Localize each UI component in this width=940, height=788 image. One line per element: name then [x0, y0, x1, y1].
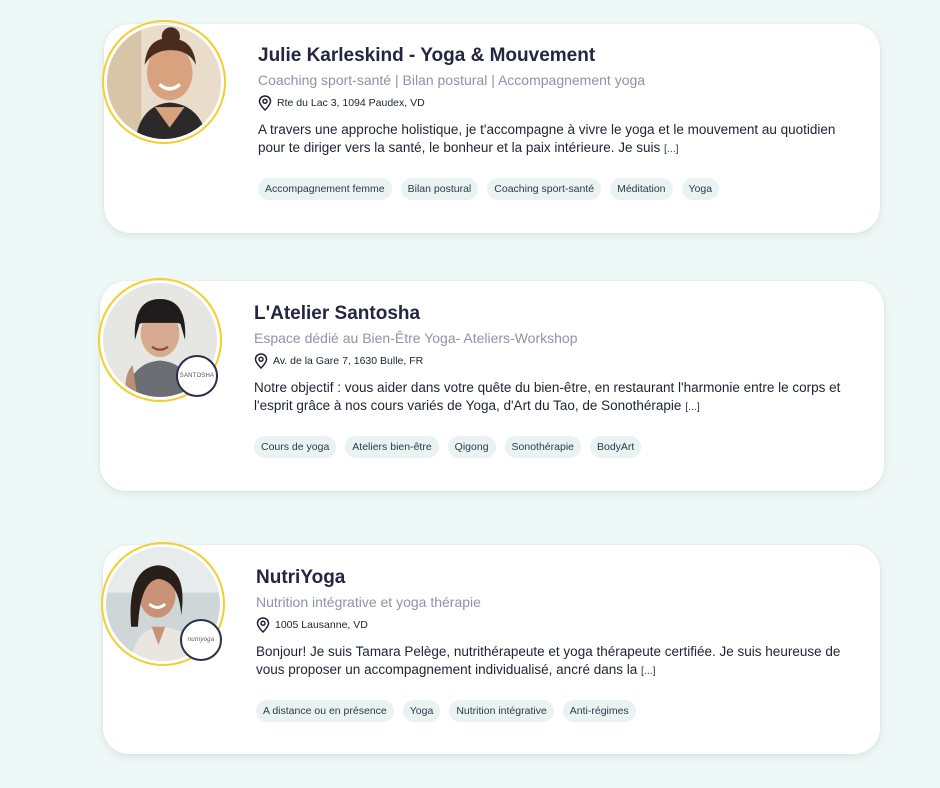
listing-card-nutriyoga[interactable]: nutriyoga NutriYoga Nutrition intégrativ… [101, 542, 880, 754]
logo-text: nutriyoga [187, 636, 215, 643]
avatar[interactable]: SANTOSHA [98, 278, 222, 402]
avatar[interactable] [102, 20, 226, 144]
address-text: Av. de la Gare 7, 1630 Bulle, FR [273, 355, 424, 367]
tag[interactable]: BodyArt [590, 436, 642, 458]
listing-title[interactable]: Julie Karleskind - Yoga & Mouvement [258, 45, 856, 67]
listing-card-julie[interactable]: Julie Karleskind - Yoga & Mouvement Coac… [102, 20, 880, 233]
tag[interactable]: Ateliers bien-être [345, 436, 439, 458]
listing-address: Av. de la Gare 7, 1630 Bulle, FR [254, 353, 860, 369]
read-more-link[interactable]: [...] [641, 665, 656, 677]
tag[interactable]: A distance ou en présence [256, 700, 394, 722]
listing-description: Bonjour! Je suis Tamara Pelège, nutrithé… [256, 643, 856, 680]
map-pin-icon [254, 353, 268, 369]
listing-subtitle: Nutrition intégrative et yoga thérapie [256, 594, 481, 610]
tag[interactable]: Sonothérapie [504, 436, 581, 458]
tag-list: Accompagnement femme Bilan postural Coac… [258, 178, 856, 200]
description-text: Bonjour! Je suis Tamara Pelège, nutrithé… [256, 644, 841, 677]
tag[interactable]: Qigong [447, 436, 496, 458]
tag[interactable]: Yoga [402, 700, 441, 722]
listing-address: Rte du Lac 3, 1094 Paudex, VD [258, 95, 856, 111]
listing-title[interactable]: NutriYoga [256, 567, 856, 589]
description-text: A travers une approche holistique, je t'… [258, 122, 836, 155]
tag-list: Cours de yoga Ateliers bien-être Qigong … [254, 436, 860, 458]
tag[interactable]: Méditation [610, 178, 673, 200]
listing-subtitle: Coaching sport-santé | Bilan postural | … [258, 72, 646, 88]
profile-photo [107, 25, 221, 139]
brand-logo: nutriyoga [180, 619, 222, 661]
avatar[interactable]: nutriyoga [101, 542, 225, 666]
listing-title[interactable]: L'Atelier Santosha [254, 303, 860, 325]
listing-description: A travers une approche holistique, je t'… [258, 121, 856, 158]
listing-subtitle: Espace dédié au Bien-Être Yoga- Ateliers… [254, 330, 578, 346]
description-text: Notre objectif : vous aider dans votre q… [254, 380, 841, 413]
brand-logo: SANTOSHA [176, 355, 218, 397]
listing-description: Notre objectif : vous aider dans votre q… [254, 379, 860, 416]
address-text: Rte du Lac 3, 1094 Paudex, VD [277, 97, 425, 109]
map-pin-icon [256, 617, 270, 633]
map-pin-icon [258, 95, 272, 111]
tag[interactable]: Nutrition intégrative [449, 700, 554, 722]
tag[interactable]: Anti-régimes [562, 700, 636, 722]
address-text: 1005 Lausanne, VD [275, 619, 368, 631]
logo-text: SANTOSHA [179, 372, 215, 379]
tag[interactable]: Bilan postural [400, 178, 479, 200]
read-more-link[interactable]: [...] [664, 143, 679, 155]
read-more-link[interactable]: [...] [685, 401, 700, 413]
tag[interactable]: Cours de yoga [254, 436, 337, 458]
tag-list: A distance ou en présence Yoga Nutrition… [256, 700, 856, 722]
tag[interactable]: Coaching sport-santé [487, 178, 602, 200]
listing-card-atelier-santosha[interactable]: SANTOSHA L'Atelier Santosha Espace dédié… [98, 278, 884, 491]
tag[interactable]: Yoga [681, 178, 720, 200]
tag[interactable]: Accompagnement femme [258, 178, 392, 200]
listing-address: 1005 Lausanne, VD [256, 617, 856, 633]
